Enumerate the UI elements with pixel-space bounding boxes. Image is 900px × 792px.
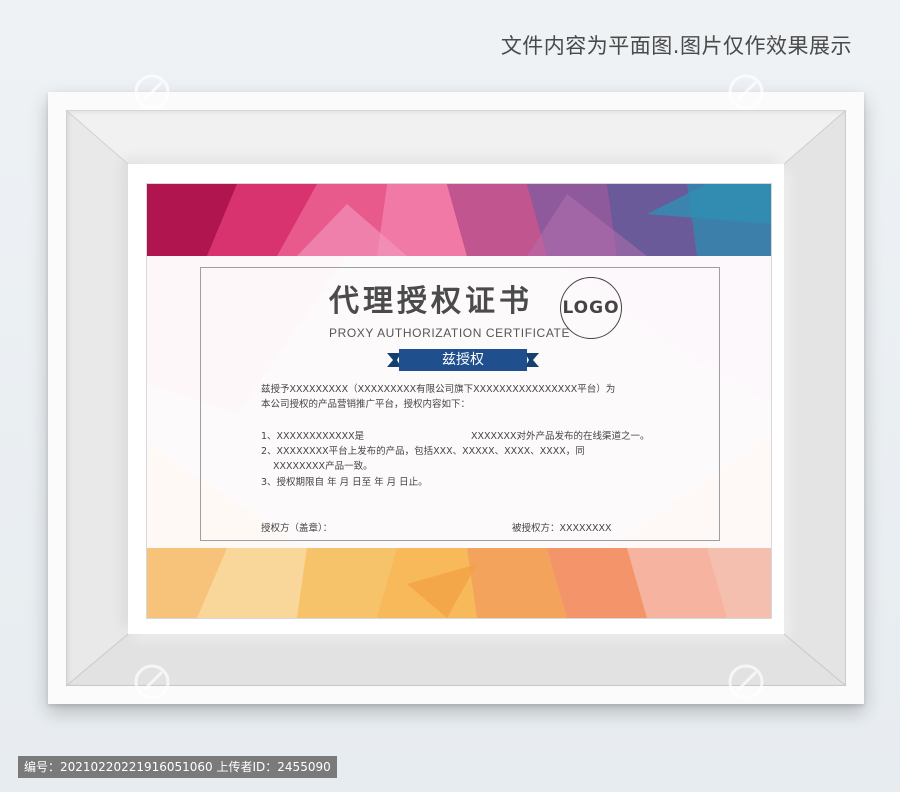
- logo-text: LOGO: [562, 298, 620, 318]
- watermark-icon: [134, 74, 170, 110]
- watermark-icon: [728, 74, 764, 110]
- grantee-signature: 被授权方：XXXXXXXX: [512, 523, 612, 534]
- item-1-right: XXXXXXX对外产品发布的在线渠道之一。: [471, 431, 650, 442]
- ribbon-banner: 兹授权: [387, 349, 539, 371]
- certificate: 代理授权证书 PROXY AUTHORIZATION CERTIFICATE L…: [147, 184, 771, 618]
- certificate-subtitle: PROXY AUTHORIZATION CERTIFICATE: [329, 326, 571, 340]
- logo-badge: LOGO: [560, 277, 622, 339]
- image-id-label: 编号：20210220221916051060 上传者ID：2455090: [18, 756, 337, 778]
- intro-line-2: 本公司授权的产品营销推广平台，授权内容如下：: [261, 399, 471, 410]
- item-2-line-1: 2、XXXXXXXX平台上发布的产品，包括XXX、XXXXX、XXXX、XXXX…: [261, 446, 585, 457]
- certificate-title: 代理授权证书: [329, 284, 533, 319]
- watermark-icon: [728, 664, 764, 700]
- caption-text: 文件内容为平面图.图片仅作效果展示: [500, 34, 852, 58]
- item-2-line-2: XXXXXXXX产品一致。: [273, 461, 373, 472]
- item-3: 3、授权期限自 年 月 日至 年 月 日止。: [261, 477, 428, 488]
- grantor-signature: 授权方（盖章）：: [261, 523, 333, 534]
- intro-line-1: 兹授予XXXXXXXXX（XXXXXXXXX有限公司旗下XXXXXXXXXXXX…: [261, 384, 616, 395]
- item-1-left: 1、XXXXXXXXXXXX是: [261, 431, 365, 442]
- ribbon-label: 兹授权: [442, 352, 484, 368]
- watermark-icon: [134, 664, 170, 700]
